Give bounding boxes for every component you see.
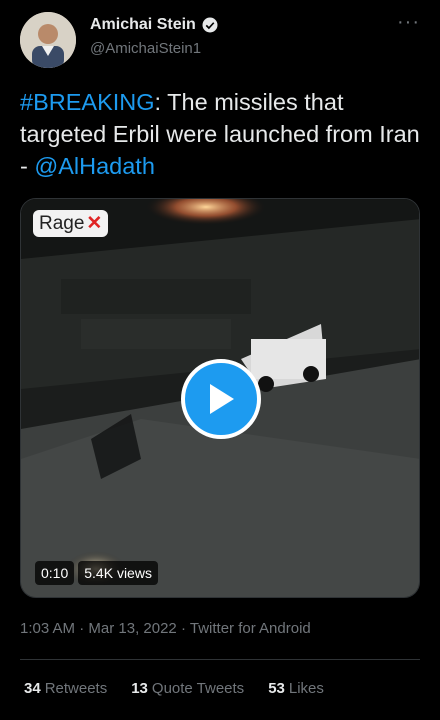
- likes-count: 53: [268, 680, 285, 697]
- x-mark-icon: ✕: [86, 213, 103, 234]
- likes-stat[interactable]: 53 Likes: [268, 680, 324, 697]
- meta-separator: ·: [79, 620, 85, 637]
- video-duration: 0:10: [35, 561, 75, 585]
- play-button[interactable]: [181, 359, 261, 439]
- quote-tweets-stat[interactable]: 13 Quote Tweets: [131, 680, 244, 697]
- tweet-date[interactable]: Mar 13, 2022: [88, 620, 176, 637]
- tweet-header: Amichai Stein @AmichaiStein1 ···: [20, 12, 420, 68]
- watermark-badge: Rage ✕: [33, 210, 109, 237]
- retweets-label: Retweets: [44, 680, 108, 697]
- watermark-text: Rage: [39, 212, 85, 234]
- quote-tweets-label: Quote Tweets: [151, 680, 245, 697]
- play-icon: [210, 384, 234, 414]
- verified-badge-icon: [202, 17, 218, 33]
- display-name[interactable]: Amichai Stein: [90, 16, 196, 34]
- avatar[interactable]: [20, 12, 76, 68]
- video-info-overlay: 0:10 5.4K views: [35, 561, 162, 585]
- tweet-time[interactable]: 1:03 AM: [20, 620, 75, 637]
- tweet-text: #BREAKING: The missiles that targeted Er…: [20, 86, 420, 182]
- hashtag-link[interactable]: #BREAKING: [20, 89, 155, 115]
- meta-separator: ·: [180, 620, 186, 637]
- mention-link[interactable]: @AlHadath: [34, 153, 155, 179]
- video-player[interactable]: Rage ✕ 0:10 5.4K views: [20, 198, 420, 598]
- user-handle[interactable]: @AmichaiStein1: [90, 40, 201, 57]
- tweet-meta: 1:03 AM · Mar 13, 2022 · Twitter for And…: [20, 620, 311, 637]
- divider: [20, 659, 420, 660]
- retweets-stat[interactable]: 34 Retweets: [24, 680, 107, 697]
- engagement-stats: 34 Retweets 13 Quote Tweets 53 Likes: [24, 680, 348, 697]
- more-options-icon[interactable]: ···: [397, 12, 420, 32]
- retweets-count: 34: [24, 680, 41, 697]
- quote-tweets-count: 13: [131, 680, 148, 697]
- likes-label: Likes: [288, 680, 324, 697]
- video-views: 5.4K views: [78, 561, 158, 585]
- tweet-source[interactable]: Twitter for Android: [190, 620, 311, 637]
- name-row: Amichai Stein: [90, 16, 219, 34]
